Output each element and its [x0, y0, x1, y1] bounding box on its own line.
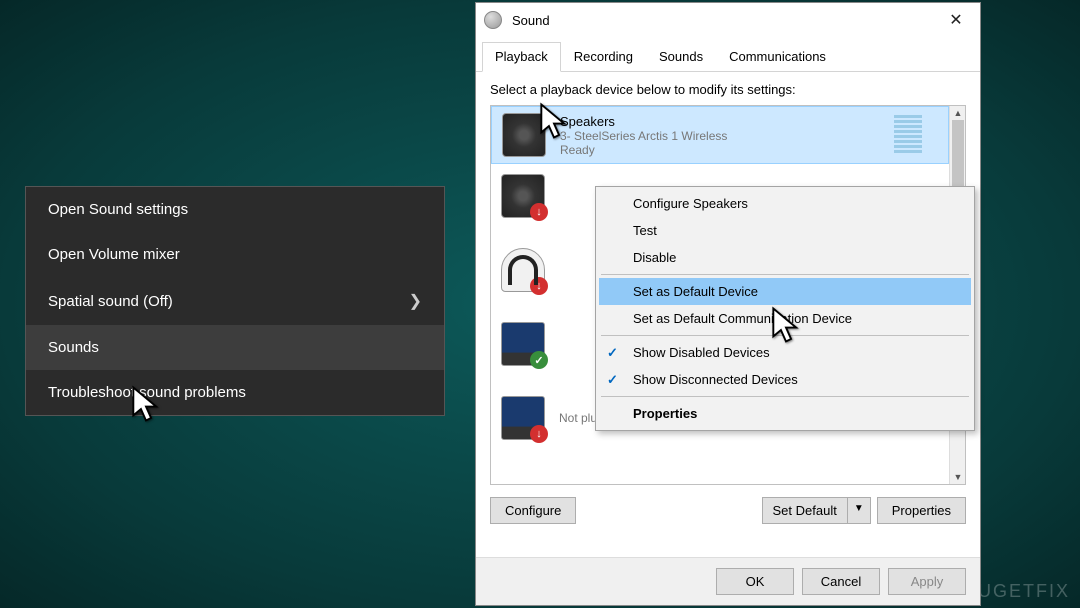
monitor-icon: ✓ — [501, 322, 545, 366]
device-desc: 3- SteelSeries Arctis 1 Wireless — [560, 129, 727, 143]
tab-label: Sounds — [659, 49, 703, 64]
properties-button[interactable]: Properties — [877, 497, 966, 524]
titlebar: Sound ✕ — [476, 3, 980, 37]
default-badge-icon: ✓ — [530, 351, 548, 369]
ctx-configure-speakers[interactable]: Configure Speakers — [599, 190, 971, 217]
ctx-properties[interactable]: Properties — [599, 400, 971, 427]
menu-item-label: Set as Default Device — [633, 284, 758, 299]
menu-item-troubleshoot[interactable]: Troubleshoot sound problems — [26, 370, 444, 415]
monitor-icon: ↓ — [501, 396, 545, 440]
button-label: Configure — [505, 503, 561, 518]
level-meter — [894, 115, 922, 153]
disconnected-badge-icon: ↓ — [530, 425, 548, 443]
cursor-icon — [770, 306, 802, 344]
chevron-down-icon[interactable]: ▼ — [848, 498, 870, 523]
scroll-up-icon[interactable]: ▲ — [950, 106, 966, 120]
ctx-show-disconnected[interactable]: ✓ Show Disconnected Devices — [599, 366, 971, 393]
menu-item-label: Properties — [633, 406, 697, 421]
device-status: Ready — [560, 143, 727, 157]
menu-item-label: Spatial sound (Off) — [48, 293, 173, 310]
ok-button[interactable]: OK — [716, 568, 794, 595]
button-label: Apply — [911, 574, 944, 589]
ctx-disable[interactable]: Disable — [599, 244, 971, 271]
cancel-button[interactable]: Cancel — [802, 568, 880, 595]
disconnected-badge-icon: ↓ — [530, 203, 548, 221]
disconnected-badge-icon: ↓ — [530, 277, 548, 295]
configure-button[interactable]: Configure — [490, 497, 576, 524]
button-label: Cancel — [821, 574, 861, 589]
menu-item-label: Show Disconnected Devices — [633, 372, 798, 387]
tab-label: Recording — [574, 49, 633, 64]
menu-item-label: Show Disabled Devices — [633, 345, 770, 360]
check-icon: ✓ — [607, 372, 618, 388]
cursor-icon — [130, 385, 162, 423]
menu-separator — [601, 396, 969, 397]
instruction-text: Select a playback device below to modify… — [490, 82, 966, 97]
button-label: OK — [746, 574, 765, 589]
sound-icon — [484, 11, 502, 29]
close-icon: ✕ — [949, 10, 962, 30]
button-label: Properties — [892, 503, 951, 518]
tab-label: Communications — [729, 49, 826, 64]
ctx-test[interactable]: Test — [599, 217, 971, 244]
headphones-icon: ↓ — [501, 248, 545, 292]
tab-recording[interactable]: Recording — [561, 42, 646, 72]
tab-sounds[interactable]: Sounds — [646, 42, 716, 72]
window-title: Sound — [512, 13, 550, 28]
watermark: UGETFIX — [978, 581, 1070, 602]
system-tray-sound-menu: Open Sound settings Open Volume mixer Sp… — [25, 186, 445, 416]
menu-separator — [601, 274, 969, 275]
cursor-icon — [538, 102, 570, 140]
menu-item-label: Test — [633, 223, 657, 238]
menu-item-spatial-sound[interactable]: Spatial sound (Off) ❯ — [26, 277, 444, 325]
apply-button[interactable]: Apply — [888, 568, 966, 595]
speaker-icon: ↓ — [501, 174, 545, 218]
menu-item-open-volume-mixer[interactable]: Open Volume mixer — [26, 232, 444, 277]
menu-item-label: Disable — [633, 250, 676, 265]
button-label: Set Default — [763, 498, 848, 523]
tab-playback[interactable]: Playback — [482, 42, 561, 72]
tab-label: Playback — [495, 49, 548, 64]
tab-communications[interactable]: Communications — [716, 42, 839, 72]
menu-item-label: Open Sound settings — [48, 201, 188, 218]
menu-item-label: Open Volume mixer — [48, 246, 180, 263]
menu-item-label: Configure Speakers — [633, 196, 748, 211]
chevron-right-icon: ❯ — [409, 291, 422, 311]
scroll-down-icon[interactable]: ▼ — [950, 470, 966, 484]
close-button[interactable]: ✕ — [932, 3, 980, 37]
ctx-set-default-device[interactable]: Set as Default Device — [599, 278, 971, 305]
tab-strip: Playback Recording Sounds Communications — [476, 41, 980, 72]
menu-item-open-sound-settings[interactable]: Open Sound settings — [26, 187, 444, 232]
set-default-button[interactable]: Set Default ▼ — [762, 497, 871, 524]
check-icon: ✓ — [607, 345, 618, 361]
menu-item-label: Sounds — [48, 339, 99, 356]
menu-item-label: Set as Default Communication Device — [633, 311, 852, 326]
device-name: Speakers — [560, 114, 727, 129]
menu-item-sounds[interactable]: Sounds — [26, 325, 444, 370]
dialog-buttons: OK Cancel Apply — [476, 557, 980, 605]
